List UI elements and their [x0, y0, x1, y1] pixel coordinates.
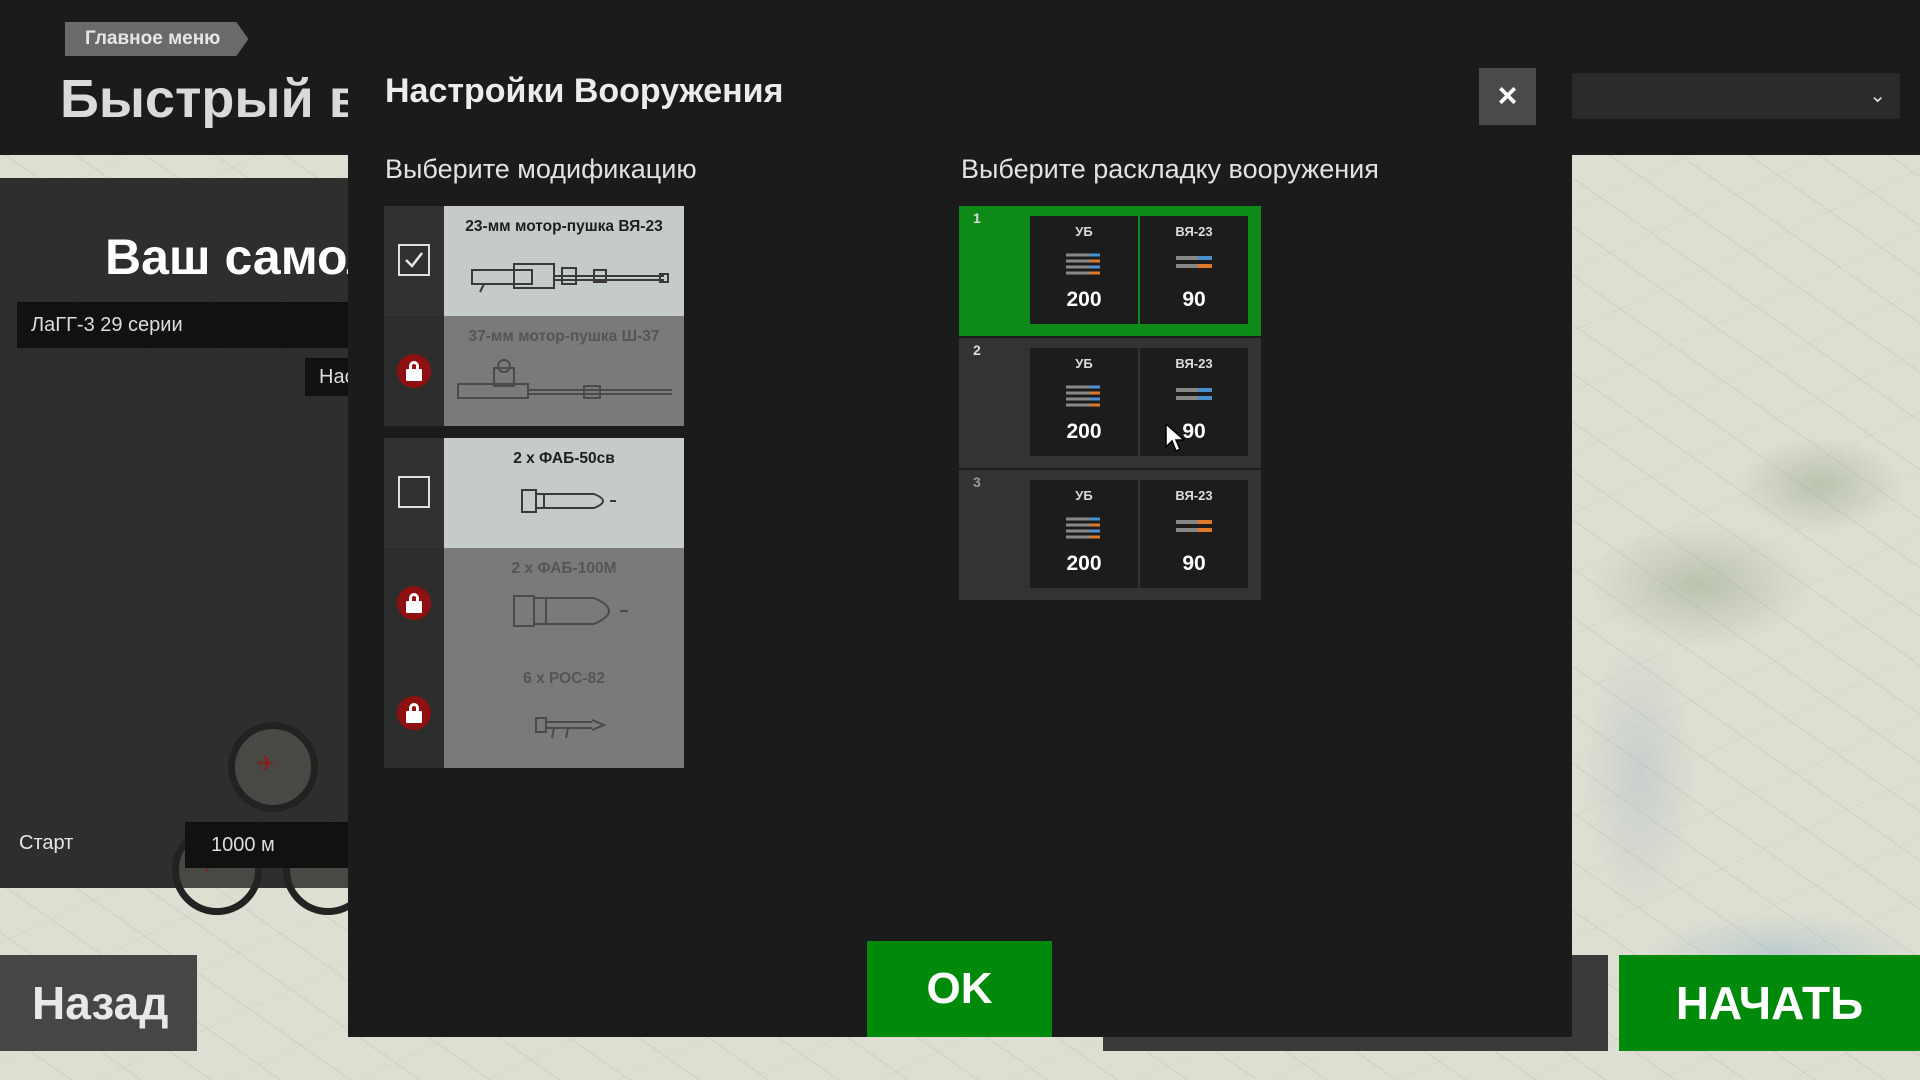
modification-control	[384, 548, 444, 658]
ammo-count: 90	[1182, 288, 1206, 311]
modification-checkbox-checked[interactable]	[398, 244, 430, 276]
lock-icon	[397, 696, 431, 730]
bomb-icon	[513, 595, 628, 627]
ammo-belt-icon	[1176, 520, 1212, 532]
modification-name: 2 х ФАБ-50св	[513, 450, 615, 467]
flight-group-marker[interactable]: ✈	[228, 722, 318, 812]
ammo-belt-icon	[1066, 385, 1100, 407]
ammo-count: 200	[1066, 420, 1102, 443]
mission-dropdown[interactable]: ⌄	[1565, 73, 1900, 119]
your-plane-heading: Ваш самол	[105, 229, 379, 285]
modification-card-locked: 37-мм мотор-пушка Ш-37	[444, 316, 684, 426]
loadouts-heading: Выберите раскладку вооружения	[961, 154, 1379, 184]
loadout-option-3[interactable]: 3 УБ 200 ВЯ-23 90	[959, 470, 1261, 600]
weapon-slot: ВЯ-23 90	[1140, 216, 1248, 324]
modification-card[interactable]: 2 х ФАБ-50св	[444, 438, 684, 548]
modification-control[interactable]	[384, 206, 444, 316]
modification-name: 6 х РОС-82	[523, 670, 605, 687]
weapon-slot: ВЯ-23 90	[1140, 480, 1248, 588]
plane-select[interactable]: ЛаГГ-3 29 серии	[17, 302, 352, 348]
weapon-slot: ВЯ-23 90	[1140, 348, 1248, 456]
modification-card-locked: 6 х РОС-82	[444, 658, 684, 768]
armament-settings-dialog: Настройки Вооружения × Выберите модифика…	[348, 32, 1572, 1037]
weapon-slot: УБ 200	[1030, 348, 1138, 456]
weapon-name: ВЯ-23	[1175, 356, 1213, 371]
modification-name: 2 х ФАБ-100М	[511, 560, 617, 577]
lock-icon	[397, 354, 431, 388]
start-button[interactable]: НАЧАТЬ	[1619, 955, 1920, 1051]
weapon-name: ВЯ-23	[1175, 224, 1213, 239]
modification-control[interactable]	[384, 438, 444, 548]
ammo-belt-icon	[1066, 253, 1100, 275]
modification-row-ros-82: 6 х РОС-82	[384, 658, 684, 768]
modification-name: 37-мм мотор-пушка Ш-37	[468, 328, 660, 345]
cannon-icon	[457, 359, 672, 399]
modification-row-fab-50[interactable]: 2 х ФАБ-50св	[384, 438, 684, 548]
weapon-name: ВЯ-23	[1175, 488, 1213, 503]
weapon-name: УБ	[1075, 488, 1093, 503]
start-label: Старт	[19, 832, 74, 854]
loadout-number: 2	[973, 342, 981, 358]
weapon-slot: УБ 200	[1030, 216, 1138, 324]
lock-icon	[397, 586, 431, 620]
weapon-name: УБ	[1075, 356, 1093, 371]
ammo-count: 90	[1182, 420, 1206, 443]
modification-row-cannon-23[interactable]: 23-мм мотор-пушка ВЯ-23	[384, 206, 684, 316]
checkmark-icon	[405, 252, 423, 268]
loadout-number: 1	[973, 210, 981, 226]
altitude-field[interactable]: 1000 м	[185, 822, 355, 868]
ok-button[interactable]: OK	[867, 941, 1052, 1037]
modification-card-locked: 2 х ФАБ-100М	[444, 548, 684, 658]
modification-card[interactable]: 23-мм мотор-пушка ВЯ-23	[444, 206, 684, 316]
modifications-heading: Выберите модификацию	[385, 154, 697, 184]
ammo-belt-icon	[1176, 388, 1212, 400]
modification-row-cannon-37: 37-мм мотор-пушка Ш-37	[384, 316, 684, 426]
close-button[interactable]: ×	[1479, 68, 1536, 125]
dialog-title: Настройки Вооружения	[385, 72, 784, 110]
modification-name: 23-мм мотор-пушка ВЯ-23	[465, 218, 663, 235]
modification-checkbox-unchecked[interactable]	[398, 476, 430, 508]
loadout-option-1[interactable]: 1 УБ 200 ВЯ-23 90	[959, 206, 1261, 336]
breadcrumb-main-menu[interactable]: Главное меню	[65, 22, 248, 56]
ammo-count: 200	[1066, 552, 1102, 575]
modification-control	[384, 316, 444, 426]
cannon-icon	[471, 263, 669, 293]
bomb-icon	[521, 489, 616, 513]
back-button[interactable]: Назад	[0, 955, 197, 1051]
loadout-option-2[interactable]: 2 УБ 200 ВЯ-23 90	[959, 338, 1261, 468]
weapon-name: УБ	[1075, 224, 1093, 239]
loadout-number: 3	[973, 474, 981, 490]
ammo-count: 90	[1182, 552, 1206, 575]
chevron-down-icon: ⌄	[1869, 85, 1886, 107]
weapon-slot: УБ 200	[1030, 480, 1138, 588]
modification-control	[384, 658, 444, 768]
mouse-cursor-icon	[1165, 423, 1185, 453]
rocket-icon	[535, 717, 607, 739]
ammo-count: 200	[1066, 288, 1102, 311]
modification-row-fab-100: 2 х ФАБ-100М	[384, 548, 684, 658]
ammo-belt-icon	[1176, 256, 1212, 268]
plane-icon: ✈	[257, 751, 276, 776]
ammo-belt-icon	[1066, 517, 1100, 539]
